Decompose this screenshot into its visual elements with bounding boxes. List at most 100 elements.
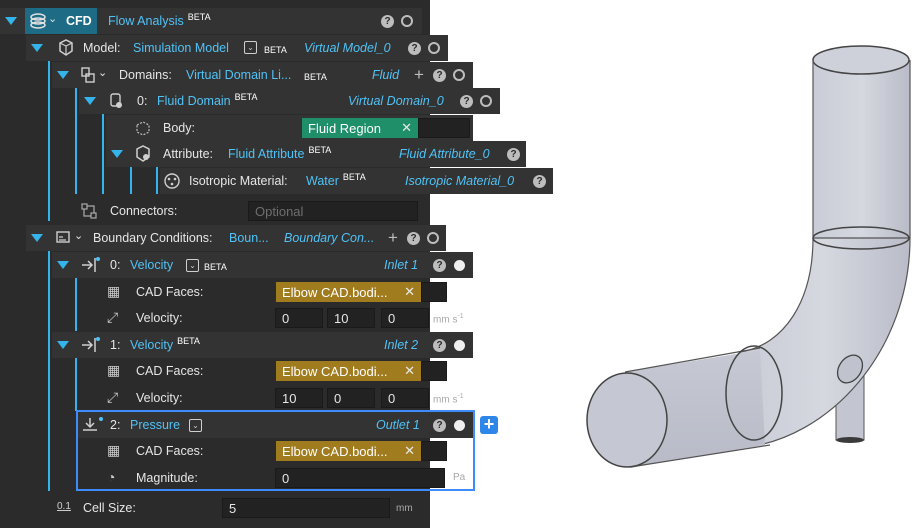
chevron-down-icon[interactable]: ⌄	[74, 229, 83, 242]
boundary-value[interactable]: Boun...	[229, 231, 269, 245]
collapse-triangle-icon[interactable]	[5, 17, 17, 25]
bc-1-type[interactable]: Velocity BETA	[130, 336, 200, 352]
material-label: Isotropic Material:	[189, 174, 288, 188]
status-ring-icon[interactable]	[401, 15, 413, 27]
bc-1-ref: Inlet 2	[384, 338, 419, 352]
domains-icon	[81, 67, 95, 83]
cell-size-input[interactable]: 5	[222, 498, 390, 518]
layers-icon	[30, 13, 46, 29]
cell-size-label: Cell Size:	[83, 501, 136, 515]
boundary-icon	[56, 231, 70, 243]
beta-badge: BETA	[264, 45, 287, 55]
velocity-z-input[interactable]: 0	[381, 308, 429, 328]
fluid-domain-ref: Virtual Domain_0	[348, 94, 444, 108]
help-icon[interactable]: ?	[407, 232, 420, 245]
domains-label: Domains:	[119, 68, 172, 82]
domains-ref: Fluid	[372, 68, 400, 82]
add-icon[interactable]: +	[414, 66, 424, 83]
velocity-x-input[interactable]: 0	[275, 308, 323, 328]
model-row[interactable]: Model: Simulation Model ⌄ BETA Virtual M…	[26, 35, 448, 61]
material-value[interactable]: Water BETA	[306, 172, 366, 188]
bc-0-ref: Inlet 1	[384, 258, 419, 272]
fluid-region-chip[interactable]: Fluid Region ✕	[302, 118, 418, 138]
model-label: Model:	[83, 41, 121, 55]
boundary-conditions-row[interactable]: ⌄ Boundary Conditions: Boun... Boundary …	[26, 225, 446, 251]
bc-0-index: 0:	[110, 258, 121, 272]
cad-faces-label: CAD Faces:	[136, 364, 204, 378]
velocity-inlet-icon	[82, 337, 100, 352]
3d-viewport[interactable]	[440, 0, 912, 528]
bc-1-velocity-row: ⤢ Velocity: 10 0 0 mm s-1	[79, 385, 473, 411]
velocity-y-input[interactable]: 10	[327, 308, 375, 328]
collapse-triangle-icon[interactable]	[31, 234, 43, 242]
bc-0-type[interactable]: Velocity	[130, 258, 173, 272]
attribute-icon	[136, 145, 150, 162]
collapse-triangle-icon[interactable]	[31, 44, 43, 52]
material-icon	[164, 173, 180, 189]
beta-badge: BETA	[304, 72, 327, 82]
tree-guide-line	[75, 278, 77, 331]
body-label: Body:	[163, 121, 195, 135]
collapse-triangle-icon[interactable]	[57, 341, 69, 349]
velocity-z-input[interactable]: 0	[381, 388, 429, 408]
status-ring-icon[interactable]	[427, 232, 439, 244]
fluid-domain-value[interactable]: Fluid Domain BETA	[157, 92, 257, 108]
tree-guide-line	[48, 251, 50, 491]
chip-label: Elbow CAD.bodi...	[282, 284, 388, 300]
body-row: Body: Fluid Region ✕	[106, 115, 473, 141]
velocity-x-input[interactable]: 10	[275, 388, 323, 408]
cad-faces-label: CAD Faces:	[136, 285, 204, 299]
tree-guide-line	[130, 167, 132, 194]
velocity-label: Velocity:	[136, 311, 183, 325]
selection-outline	[76, 410, 475, 491]
cad-faces-icon: ▦	[107, 362, 121, 378]
chip-label: Elbow CAD.bodi...	[282, 363, 388, 379]
simulation-tree-panel: ⌄ CFD Flow Analysis BETA ? Model: Simulat…	[0, 0, 553, 528]
domains-value[interactable]: Virtual Domain Li...	[186, 68, 291, 82]
collapse-triangle-icon[interactable]	[111, 150, 123, 158]
help-icon[interactable]: ?	[381, 15, 394, 28]
attribute-value[interactable]: Fluid Attribute BETA	[228, 145, 331, 161]
close-icon[interactable]: ✕	[401, 120, 412, 136]
dropdown-icon[interactable]: ⌄	[186, 259, 199, 272]
cad-faces-chip[interactable]: Elbow CAD.bodi... ✕	[276, 361, 421, 381]
domains-row[interactable]: ⌄ Domains: Virtual Domain Li... BETA Flu…	[52, 62, 473, 88]
collapse-triangle-icon[interactable]	[57, 71, 69, 79]
model-ref: Virtual Model_0	[304, 41, 391, 55]
bc-0-row[interactable]: 0: Velocity ⌄ BETA Inlet 1 ?	[52, 252, 473, 278]
model-value[interactable]: Simulation Model	[133, 41, 229, 55]
vector-arrow-icon: ⤢	[107, 309, 119, 325]
vector-arrow-icon: ⤢	[107, 389, 119, 405]
bc-1-row[interactable]: 1: Velocity BETA Inlet 2 ?	[52, 332, 473, 358]
chevron-down-icon[interactable]: ⌄	[48, 12, 57, 25]
close-icon[interactable]: ✕	[404, 363, 415, 379]
beta-badge: BETA	[204, 262, 227, 272]
flow-analysis-title[interactable]: Flow Analysis BETA	[108, 12, 211, 28]
fluid-domain-row[interactable]: 0: Fluid Domain BETA Virtual Domain_0 ?	[79, 88, 500, 114]
status-ring-icon[interactable]	[428, 42, 440, 54]
tree-guide-line	[75, 358, 77, 411]
collapse-triangle-icon[interactable]	[84, 97, 96, 105]
dropdown-icon[interactable]: ⌄	[244, 41, 257, 54]
add-icon[interactable]: +	[388, 229, 398, 246]
elbow-pipe-model[interactable]	[586, 45, 911, 468]
attribute-label: Attribute:	[163, 147, 214, 161]
velocity-y-input[interactable]: 0	[327, 388, 375, 408]
cell-size-row: 0.1 Cell Size: 5 mm	[26, 495, 422, 521]
cfd-row[interactable]: ⌄ CFD Flow Analysis BETA ?	[0, 8, 422, 34]
bc-0-velocity-row: ⤢ Velocity: 0 10 0 mm s-1	[79, 305, 473, 331]
boundary-ref: Boundary Con...	[284, 231, 375, 245]
tree-guide-line	[48, 61, 50, 221]
chevron-down-icon[interactable]: ⌄	[98, 66, 107, 79]
velocity-label: Velocity:	[136, 391, 183, 405]
connectors-label: Connectors:	[110, 204, 178, 218]
connectors-input[interactable]: Optional	[248, 201, 418, 221]
bc-1-cad-row: ▦ CAD Faces: Elbow CAD.bodi... ✕	[79, 358, 473, 384]
cell-size-unit: mm	[396, 503, 413, 514]
collapse-triangle-icon[interactable]	[57, 261, 69, 269]
chip-label: Fluid Region	[308, 120, 381, 136]
cad-faces-chip[interactable]: Elbow CAD.bodi... ✕	[276, 282, 421, 302]
bc-1-index: 1:	[110, 338, 121, 352]
close-icon[interactable]: ✕	[404, 284, 415, 300]
help-icon[interactable]: ?	[408, 42, 421, 55]
